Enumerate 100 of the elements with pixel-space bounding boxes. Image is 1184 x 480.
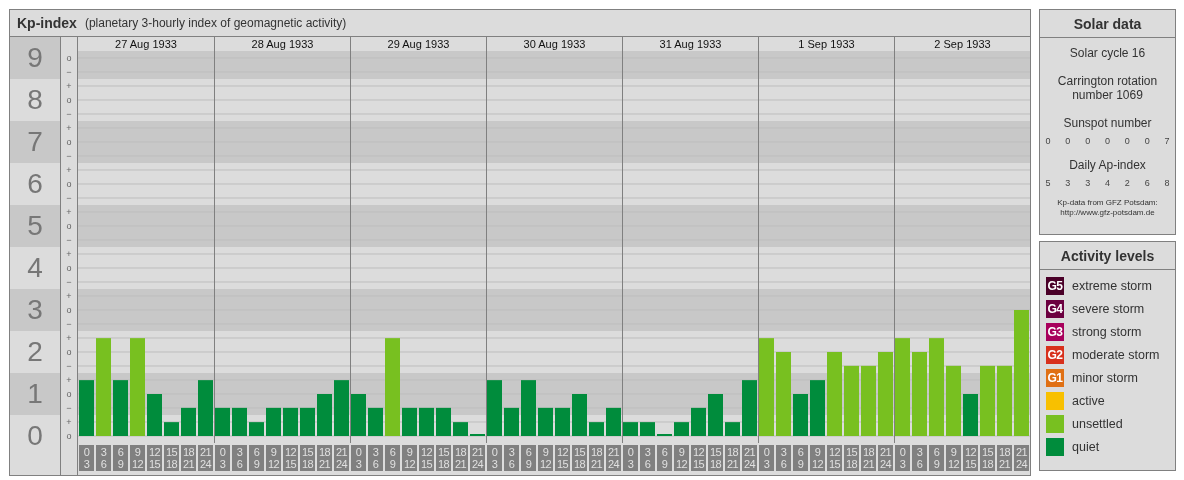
ap-value: 3 <box>1065 178 1071 188</box>
ap-value: 5 <box>1045 178 1051 188</box>
hour-range-label: 9 12 <box>810 445 825 471</box>
scale-mark: o <box>66 305 72 315</box>
date-label: 29 Aug 1933 <box>387 38 450 50</box>
sunspot-value: 0 <box>1065 136 1071 146</box>
scale-mark: − <box>66 109 72 119</box>
sunspot-value: 0 <box>1045 136 1051 146</box>
scale-mark: − <box>66 193 72 203</box>
hour-range-label: 6 9 <box>113 445 128 471</box>
kp-bar <box>691 407 706 436</box>
hour-range-label: 3 6 <box>776 445 791 471</box>
hour-range-label: 15 18 <box>436 445 451 471</box>
panel-title: Activity levels <box>1040 242 1175 270</box>
scale-number: 7 <box>27 126 43 158</box>
level-swatch: G1 <box>1046 369 1064 387</box>
panel-subtitle: (planetary 3-hourly index of geomagnetic activity) <box>84 16 347 30</box>
date-label: 1 Sep 1933 <box>798 38 855 50</box>
hour-range-label: 9 12 <box>946 445 961 471</box>
scale-mark: − <box>66 67 72 77</box>
kp-bar <box>266 407 281 436</box>
kp-bar <box>640 422 655 436</box>
hour-range-label: 12 15 <box>691 445 706 471</box>
hour-range-label: 18 21 <box>861 445 876 471</box>
kp-bar <box>215 407 230 436</box>
scale-mark: + <box>66 165 72 175</box>
hour-range-label: 21 24 <box>606 445 621 471</box>
hour-range-label: 21 24 <box>470 445 485 471</box>
level-label: severe storm <box>1072 302 1145 316</box>
sunspot-value: 0 <box>1105 136 1110 146</box>
hour-range-label: 0 3 <box>351 445 366 471</box>
kp-bar <box>572 394 587 436</box>
kp-bar <box>538 407 553 436</box>
hour-range-label: 0 3 <box>895 445 910 471</box>
kp-bar <box>79 380 94 436</box>
kp-bar <box>521 380 536 436</box>
hour-range-label: 18 21 <box>725 445 740 471</box>
hour-range-label: 12 15 <box>963 445 978 471</box>
scale-number: 3 <box>27 294 43 326</box>
date-label: 27 Aug 1933 <box>115 38 177 50</box>
scale-number: 8 <box>27 84 43 116</box>
hour-range-label: 18 21 <box>589 445 604 471</box>
level-label: minor storm <box>1072 371 1138 385</box>
date-label: 30 Aug 1933 <box>523 38 586 50</box>
hour-range-label: 0 3 <box>215 445 230 471</box>
scale-mark: − <box>66 361 72 371</box>
scale-mark: − <box>66 151 72 161</box>
hour-range-label: 15 18 <box>980 445 995 471</box>
scale-number: 0 <box>27 420 43 452</box>
kp-bar <box>589 422 604 436</box>
kp-bar <box>504 407 519 436</box>
source-text: Kp-data from GFZ Potsdam: <box>1057 198 1158 208</box>
kp-bar <box>368 407 383 436</box>
scale-mark: o <box>66 263 72 273</box>
level-label: extreme storm <box>1072 279 1152 293</box>
source-link[interactable]: http://www.gfz-potsdam.de <box>1060 208 1155 218</box>
scale-mark: + <box>66 207 72 217</box>
level-label: unsettled <box>1072 417 1123 431</box>
hour-range-label: 0 3 <box>623 445 638 471</box>
hour-range-label: 9 12 <box>402 445 417 471</box>
kp-bar <box>555 407 570 436</box>
kp-bar <box>181 407 196 436</box>
scale-mark: − <box>66 319 72 329</box>
hour-range-label: 12 15 <box>827 445 842 471</box>
hour-range-label: 15 18 <box>844 445 859 471</box>
level-swatch: G3 <box>1046 323 1064 341</box>
sunspot-value: 0 <box>1144 136 1150 146</box>
ap-value: 8 <box>1164 178 1170 188</box>
kp-bar <box>861 365 876 436</box>
kp-bar <box>674 422 689 436</box>
hour-range-label: 3 6 <box>368 445 383 471</box>
scale-mark: + <box>66 417 72 427</box>
kp-bar <box>164 422 179 436</box>
date-label: 31 Aug 1933 <box>659 38 722 50</box>
kp-bar <box>419 407 434 436</box>
kp-bar <box>283 407 298 436</box>
hour-range-label: 9 12 <box>266 445 281 471</box>
scale-mark: − <box>66 403 72 413</box>
hour-range-label: 18 21 <box>181 445 196 471</box>
kp-bar <box>946 365 961 436</box>
scale-mark: o <box>66 431 72 441</box>
hour-range-label: 3 6 <box>640 445 655 471</box>
ap-value: 3 <box>1085 178 1091 188</box>
scale-mark: o <box>66 95 72 105</box>
kp-bar <box>453 422 468 436</box>
scale-number: 6 <box>27 168 43 200</box>
kp-bar <box>147 394 162 436</box>
level-label: quiet <box>1072 440 1100 454</box>
scale-mark: + <box>66 123 72 133</box>
scale-mark: o <box>66 221 72 231</box>
hour-range-label: 21 24 <box>334 445 349 471</box>
scale-mark: + <box>66 333 72 343</box>
hour-range-label: 21 24 <box>1014 445 1029 471</box>
level-swatch: G4 <box>1046 300 1064 318</box>
kp-bar <box>997 365 1012 436</box>
hour-range-label: 21 24 <box>198 445 213 471</box>
kp-bar <box>300 407 315 436</box>
hour-range-label: 21 24 <box>742 445 757 471</box>
level-label: moderate storm <box>1072 348 1160 362</box>
hour-range-label: 6 9 <box>521 445 536 471</box>
